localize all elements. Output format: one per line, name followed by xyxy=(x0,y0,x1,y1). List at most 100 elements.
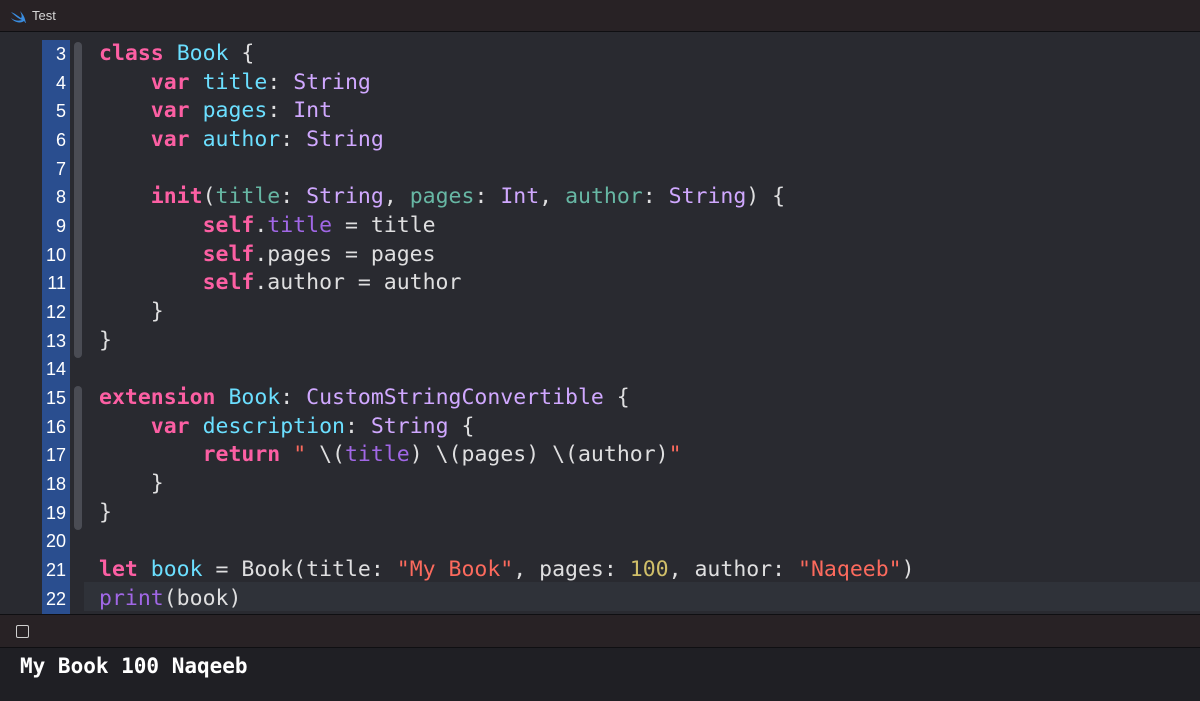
console-output: My Book 100 Naqeeb xyxy=(20,654,248,678)
code-token: title xyxy=(202,69,268,95)
code-token: extension xyxy=(99,385,216,411)
title-bar: Test xyxy=(0,0,1200,32)
line-number: 14 xyxy=(45,359,66,380)
code-line[interactable]: 15 extension Book: CustomStringConvertibl… xyxy=(0,384,1200,413)
code-token: .pages = pages xyxy=(254,241,436,267)
code-token: : xyxy=(267,98,294,124)
code-token: title xyxy=(215,184,281,210)
code-line[interactable]: 21 let book = Book(title: "My Book", page… xyxy=(0,556,1200,585)
line-number: 22 xyxy=(45,588,66,609)
code-line[interactable]: 22 print(book) xyxy=(0,585,1200,614)
line-number: 17 xyxy=(45,445,66,466)
code-line[interactable]: 4 var title: String xyxy=(0,69,1200,98)
code-text[interactable]: class Book { xyxy=(99,40,254,69)
line-number: 13 xyxy=(45,330,66,351)
code-token: author xyxy=(565,184,643,210)
code-line[interactable]: 8 init(title: String, pages: Int, author… xyxy=(0,183,1200,212)
code-line[interactable]: 14 xyxy=(0,355,1200,384)
code-token: Int xyxy=(500,184,540,210)
code-text[interactable]: let book = Book(title: "My Book", pages:… xyxy=(99,556,915,585)
line-number: 20 xyxy=(45,531,66,552)
show-console-checkbox[interactable] xyxy=(16,625,29,638)
code-token: "My Book" xyxy=(396,557,514,583)
code-text[interactable]: var author: String xyxy=(99,126,384,155)
code-text[interactable]: self.pages = pages xyxy=(99,241,436,270)
line-number: 9 xyxy=(55,216,66,237)
code-token: " xyxy=(293,442,307,468)
code-token: 100 xyxy=(629,557,669,583)
code-line[interactable]: 19} xyxy=(0,499,1200,528)
code-token: String xyxy=(306,184,384,210)
code-text[interactable]: } xyxy=(99,327,112,356)
code-token: , xyxy=(383,184,410,210)
code-token: String xyxy=(668,184,747,210)
line-number: 7 xyxy=(55,158,66,179)
code-token: , author: xyxy=(668,557,799,583)
code-line[interactable]: 7 xyxy=(0,155,1200,184)
code-line[interactable]: 11 self.author = author xyxy=(0,269,1200,298)
code-token: { xyxy=(228,41,255,66)
code-token: book xyxy=(150,557,203,583)
code-token: (book) xyxy=(163,585,242,611)
code-text[interactable]: init(title: String, pages: Int, author: … xyxy=(99,183,785,212)
code-token: : xyxy=(344,413,371,439)
code-editor[interactable]: 3 class Book {4 var title: String 5 var pa… xyxy=(0,32,1200,614)
code-line[interactable]: 20 xyxy=(0,527,1200,556)
line-number: 5 xyxy=(55,101,66,122)
code-token: \( xyxy=(306,442,345,468)
code-token: ) \(pages) \(author) xyxy=(409,442,669,468)
line-number: 19 xyxy=(45,502,66,523)
code-token: : xyxy=(280,184,307,210)
code-token: let xyxy=(99,557,138,583)
code-text[interactable]: self.author = author xyxy=(99,269,462,298)
code-line[interactable]: 16 var description: String { xyxy=(0,413,1200,442)
code-text[interactable]: var pages: Int xyxy=(99,97,332,126)
code-text[interactable]: return " \(title) \(pages) \(author)" xyxy=(99,441,682,470)
code-token: ) xyxy=(901,557,915,583)
code-line[interactable]: 3 class Book { xyxy=(0,40,1200,69)
code-token: String xyxy=(370,413,449,439)
line-number: 12 xyxy=(45,302,66,323)
code-token: } xyxy=(99,499,112,525)
code-token: return xyxy=(202,442,281,468)
code-text[interactable]: extension Book: CustomStringConvertible … xyxy=(99,384,630,413)
code-token: Book xyxy=(228,385,281,411)
code-text[interactable]: var description: String { xyxy=(99,413,475,442)
code-token: "Naqeeb" xyxy=(798,557,902,583)
console-output-area: My Book 100 Naqeeb xyxy=(0,648,1200,701)
code-line[interactable]: 13} xyxy=(0,327,1200,356)
code-line[interactable]: 10 self.pages = pages xyxy=(0,241,1200,270)
code-line[interactable]: 5 var pages: Int xyxy=(0,97,1200,126)
code-text[interactable]: self.title = title xyxy=(99,212,436,241)
code-token: title xyxy=(267,213,333,239)
line-number: 11 xyxy=(47,273,66,294)
line-number: 15 xyxy=(45,388,66,409)
code-text[interactable]: print(book) xyxy=(99,585,241,614)
code-text[interactable]: } xyxy=(99,499,112,528)
code-token: var xyxy=(150,98,190,124)
code-line[interactable]: 17 return " \(title) \(pages) \(author)" xyxy=(0,441,1200,470)
console-toolbar xyxy=(0,614,1200,648)
code-text[interactable]: } xyxy=(99,470,164,499)
code-token: : xyxy=(474,184,501,210)
code-text[interactable]: } xyxy=(99,298,164,327)
code-token: CustomStringConvertible xyxy=(306,385,604,411)
code-line[interactable]: 18 } xyxy=(0,470,1200,499)
code-token: class xyxy=(99,41,164,66)
code-line[interactable]: 6 var author: String xyxy=(0,126,1200,155)
window-title: Test xyxy=(32,8,56,23)
code-text[interactable]: var title: String xyxy=(99,69,371,98)
code-line[interactable]: 12 } xyxy=(0,298,1200,327)
code-token: self xyxy=(202,241,255,267)
code-line[interactable]: 9 self.title = title xyxy=(0,212,1200,241)
code-token: } xyxy=(99,299,164,325)
